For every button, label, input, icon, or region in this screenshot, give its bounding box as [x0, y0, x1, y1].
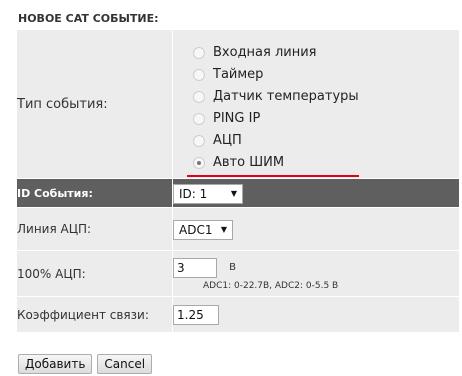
adc-line-label: Линия АЦП:: [16, 207, 173, 251]
event-id-cell: ID: 1 ▼: [172, 178, 460, 208]
radio-label: Датчик температуры: [213, 89, 359, 104]
coefficient-label: Коэффициент связи:: [16, 296, 173, 333]
event-form: Тип события: Входная линия Таймер Датчик…: [16, 29, 460, 333]
adc-100-label: 100% АЦП:: [16, 250, 173, 297]
event-id-row: ID События: ID: 1 ▼: [16, 178, 460, 208]
event-type-label: Тип события:: [16, 29, 173, 179]
event-id-label: ID События:: [16, 178, 173, 208]
adc-100-cell: 3 В ADC1: 0-22.7В, ADC2: 0-5.5 В: [172, 250, 460, 297]
radio-label: Входная линия: [213, 45, 317, 60]
adc-100-input[interactable]: 3: [173, 257, 217, 278]
radio-label: АЦП: [213, 133, 242, 148]
radio-label: Таймер: [213, 67, 264, 82]
coefficient-input[interactable]: 1.25: [173, 305, 219, 325]
adc-100-unit: В: [229, 261, 236, 273]
adc-line-row: Линия АЦП: ADC1 ▼: [16, 207, 460, 251]
event-id-value: ID: 1: [179, 186, 208, 201]
adc-line-cell: ADC1 ▼: [172, 207, 460, 251]
event-id-select[interactable]: ID: 1 ▼: [173, 183, 243, 204]
adc-100-row: 100% АЦП: 3 В ADC1: 0-22.7В, ADC2: 0-5.5…: [16, 250, 460, 297]
dropdown-arrow-icon: ▼: [230, 189, 237, 198]
radio-button[interactable]: [193, 46, 205, 59]
coefficient-row: Коэффициент связи: 1.25: [16, 296, 460, 333]
radio-button-selected[interactable]: [193, 156, 205, 169]
adc-range-hint: ADC1: 0-22.7В, ADC2: 0-5.5 В: [203, 280, 339, 291]
radio-label: Авто ШИМ: [213, 155, 285, 170]
add-button[interactable]: Добавить: [18, 354, 93, 374]
radio-button[interactable]: [193, 68, 205, 81]
adc-line-select[interactable]: ADC1 ▼: [173, 219, 233, 240]
radio-button[interactable]: [193, 134, 205, 147]
highlight-underline: [187, 174, 359, 177]
radio-button[interactable]: [193, 112, 205, 125]
coefficient-cell: 1.25: [172, 296, 460, 333]
event-type-row: Тип события: Входная линия Таймер Датчик…: [16, 29, 460, 179]
radio-button[interactable]: [193, 90, 205, 103]
radio-option-input-line[interactable]: Входная линия: [193, 42, 459, 64]
radio-option-timer[interactable]: Таймер: [193, 64, 459, 86]
page-title: НОВОЕ CAT СОБЫТИЕ:: [18, 12, 159, 25]
radio-option-temperature-sensor[interactable]: Датчик температуры: [193, 86, 459, 108]
cancel-button[interactable]: Cancel: [97, 354, 153, 374]
radio-option-adc[interactable]: АЦП: [193, 130, 459, 152]
form-actions: Добавить Cancel: [18, 354, 153, 374]
adc-line-value: ADC1: [179, 222, 213, 237]
radio-option-ping-ip[interactable]: PING IP: [193, 108, 459, 130]
event-type-options: Входная линия Таймер Датчик температуры …: [172, 29, 460, 179]
dropdown-arrow-icon: ▼: [220, 225, 227, 234]
radio-label: PING IP: [213, 111, 261, 126]
radio-option-auto-pwm[interactable]: Авто ШИМ: [193, 152, 459, 174]
